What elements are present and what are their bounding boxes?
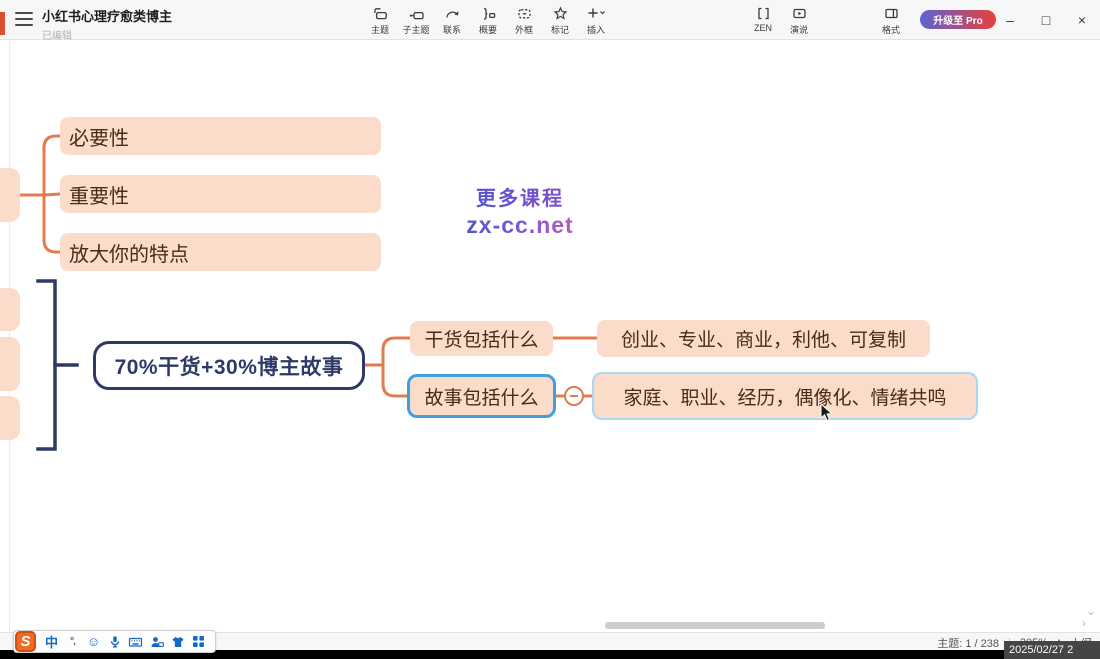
- topic-drygoods[interactable]: 干货包括什么: [410, 321, 553, 356]
- minimize-icon[interactable]: –: [992, 0, 1028, 40]
- topic-label: 必要性: [69, 122, 129, 151]
- presentation-play-icon: [791, 4, 808, 22]
- document-title-block: 小红书心理疗愈类博主 已编辑: [42, 6, 172, 42]
- summary-icon: [480, 4, 497, 22]
- ime-punctuation-toggle[interactable]: °‚: [62, 631, 83, 652]
- ime-microphone-icon[interactable]: [104, 631, 125, 652]
- ime-toolbar[interactable]: S 中 °‚ ☺: [13, 630, 216, 653]
- topic-count: 主题: 1 / 238: [937, 635, 999, 651]
- clipped-topic[interactable]: [0, 337, 20, 391]
- ime-logo-icon[interactable]: S: [15, 631, 36, 652]
- scroll-down-icon[interactable]: ⌄: [1086, 604, 1096, 618]
- document-title: 小红书心理疗愈类博主: [42, 6, 172, 25]
- ime-emoji-icon[interactable]: ☺: [83, 631, 104, 652]
- toolbar-label: 标记: [551, 23, 569, 36]
- maximize-icon[interactable]: □: [1028, 0, 1064, 40]
- toolbar-label: 主题: [371, 23, 389, 36]
- marker-star-icon: [552, 4, 569, 22]
- toolbar-label: 联系: [443, 23, 461, 36]
- summary-button[interactable]: 概要: [470, 4, 506, 36]
- menu-icon[interactable]: [15, 12, 33, 26]
- subtopic-button[interactable]: 子主题: [398, 4, 434, 36]
- topic-label: 创业、专业、商业，利他、可复制: [621, 325, 906, 352]
- toolbar-label: 概要: [479, 23, 497, 36]
- toolbar-label: 格式: [882, 23, 900, 36]
- format-panel-icon: [883, 4, 900, 22]
- window-accent-strip: [0, 12, 5, 35]
- horizontal-scrollbar[interactable]: [605, 622, 825, 629]
- clipped-topic[interactable]: [0, 396, 20, 440]
- main-toolbar: 主题 子主题 联系 概要 外框: [362, 4, 614, 36]
- mindmap-canvas[interactable]: 必要性 重要性 放大你的特点 70%干货+30%博主故事 干货包括什么 创业、专…: [0, 40, 1100, 650]
- topic-label: 放大你的特点: [69, 238, 189, 267]
- zen-button[interactable]: ZEN: [745, 4, 781, 36]
- topic-label: 故事包括什么: [424, 383, 538, 410]
- close-icon[interactable]: ×: [1064, 0, 1100, 40]
- relationship-icon: [444, 4, 461, 22]
- insert-plus-icon: [586, 4, 606, 22]
- relationship-button[interactable]: 联系: [434, 4, 470, 36]
- summary-topic-70-30[interactable]: 70%干货+30%博主故事: [93, 341, 365, 390]
- boundary-button[interactable]: 外框: [506, 4, 542, 36]
- toolbar-label: 演说: [790, 23, 808, 36]
- topic-label: 重要性: [69, 180, 129, 209]
- ime-skin-icon[interactable]: [167, 631, 188, 652]
- window-controls: – □ ×: [992, 0, 1100, 40]
- format-toolbar: 格式: [873, 4, 909, 36]
- topic-label: 干货包括什么: [424, 325, 538, 352]
- topic-button[interactable]: 主题: [362, 4, 398, 36]
- toolbar-label: 外框: [515, 23, 533, 36]
- insert-button[interactable]: 插入: [578, 4, 614, 36]
- topic-label: 家庭、职业、经历，偶像化、情绪共鸣: [623, 383, 946, 410]
- topic-story-detail[interactable]: 家庭、职业、经历，偶像化、情绪共鸣: [592, 372, 978, 420]
- zen-mode-icon: [755, 4, 772, 22]
- subtopic-icon: [408, 4, 425, 22]
- document-status: 已编辑: [42, 27, 172, 42]
- topic-drygoods-detail[interactable]: 创业、专业、商业，利他、可复制: [597, 320, 930, 357]
- toolbar-label: 子主题: [402, 23, 429, 36]
- marker-button[interactable]: 标记: [542, 4, 578, 36]
- topic-story[interactable]: 故事包括什么: [407, 374, 556, 418]
- toolbar-label: 插入: [587, 23, 605, 36]
- clipped-parent-topic[interactable]: [0, 168, 20, 222]
- topic-necessity[interactable]: 必要性: [60, 117, 381, 155]
- ime-menu-grid-icon[interactable]: [188, 631, 209, 652]
- topic-icon: [372, 4, 389, 22]
- presentation-button[interactable]: 演说: [781, 4, 817, 36]
- upgrade-pro-button[interactable]: 升级至 Pro: [920, 10, 996, 29]
- format-button[interactable]: 格式: [873, 4, 909, 36]
- topic-amplify-traits[interactable]: 放大你的特点: [60, 233, 381, 271]
- ime-account-icon[interactable]: [146, 631, 167, 652]
- title-bar: 小红书心理疗愈类博主 已编辑 主题 子主题 联系 概要: [0, 0, 1100, 40]
- ime-language-toggle[interactable]: 中: [41, 631, 62, 652]
- timestamp-overlay: 2025/02/27 2: [1004, 641, 1100, 659]
- scroll-right-icon[interactable]: ›: [1082, 616, 1086, 630]
- ime-keyboard-icon[interactable]: [125, 631, 146, 652]
- topic-importance[interactable]: 重要性: [60, 175, 381, 213]
- topic-label: 70%干货+30%博主故事: [115, 351, 344, 381]
- boundary-icon: [516, 4, 533, 22]
- collapse-toggle-icon[interactable]: [564, 386, 584, 406]
- toolbar-label: ZEN: [754, 23, 772, 33]
- clipped-topic[interactable]: [0, 288, 20, 331]
- view-toolbar: ZEN 演说: [745, 4, 817, 36]
